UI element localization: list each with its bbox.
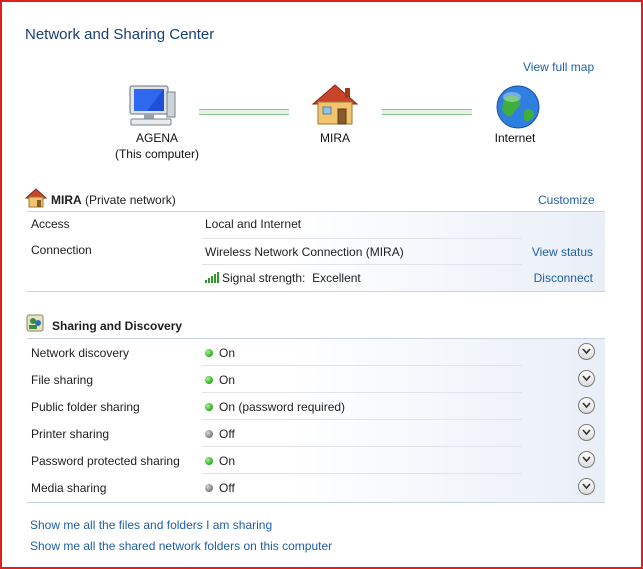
connection-label: Connection (31, 243, 92, 257)
chevron-down-icon[interactable] (578, 343, 595, 360)
status-on-icon (205, 376, 213, 384)
sharing-row-status: On (205, 454, 235, 468)
show-shared-files-link[interactable]: Show me all the files and folders I am s… (30, 518, 272, 532)
computer-icon[interactable] (127, 82, 177, 131)
network-sharing-center-window: Network and Sharing Center View full map… (0, 0, 643, 569)
sharing-row: Network discovery On (27, 339, 605, 366)
signal-value: Excellent (312, 271, 361, 285)
internet-label: Internet (494, 131, 536, 145)
signal-row: Signal strength: Excellent Disconnect (27, 264, 605, 291)
sharing-row-value: Off (219, 481, 235, 495)
computer-subtitle: (This computer) (114, 147, 200, 161)
view-status-link[interactable]: View status (532, 245, 593, 259)
status-on-icon (205, 403, 213, 411)
sharing-icon (26, 314, 44, 335)
sharing-row-label: Password protected sharing (31, 454, 180, 468)
access-row: Access Local and Internet (27, 212, 605, 239)
show-shared-folders-link[interactable]: Show me all the shared network folders o… (30, 539, 332, 553)
sharing-row: Media sharing Off (27, 474, 605, 501)
status-on-icon (205, 349, 213, 357)
sharing-row-value: On (219, 454, 236, 468)
connection-line-computer-network (199, 109, 289, 115)
sharing-row-value: On (219, 373, 236, 387)
sharing-row: Printer sharing Off (27, 420, 605, 447)
chevron-down-icon[interactable] (578, 397, 595, 414)
sharing-row-label: Public folder sharing (31, 400, 140, 414)
sharing-row: Password protected sharing On (27, 447, 605, 474)
access-label: Access (31, 217, 70, 231)
status-off-icon (205, 430, 213, 438)
sharing-row-status: On (password required) (205, 400, 345, 414)
computer-name: AGENA (135, 131, 178, 145)
access-value: Local and Internet (205, 217, 302, 231)
sharing-discovery-title: Sharing and Discovery (52, 319, 183, 333)
network-title: MIRA (Private network) (51, 193, 176, 207)
disconnect-link[interactable]: Disconnect (534, 271, 593, 285)
connection-row: Connection Wireless Network Connection (… (27, 238, 605, 265)
network-title-name: MIRA (51, 193, 82, 207)
sharing-row-value: Off (219, 427, 235, 441)
sharing-row-label: File sharing (31, 373, 94, 387)
sharing-row-status: Off (205, 481, 235, 495)
sharing-row: File sharing On (27, 366, 605, 393)
sharing-row-status: Off (205, 427, 235, 441)
sharing-row-status: On (205, 373, 235, 387)
customize-link[interactable]: Customize (538, 193, 595, 207)
status-on-icon (205, 457, 213, 465)
connection-value: Wireless Network Connection (MIRA) (205, 245, 404, 259)
chevron-down-icon[interactable] (578, 370, 595, 387)
network-details-panel: Access Local and Internet Connection Wir… (27, 211, 605, 292)
chevron-down-icon[interactable] (578, 424, 595, 441)
sharing-row-label: Printer sharing (31, 427, 110, 441)
signal-value-group: Signal strength: Excellent (205, 271, 361, 285)
sharing-row: Public folder sharing On (password requir… (27, 393, 605, 420)
network-name: MIRA (320, 131, 350, 145)
page-title: Network and Sharing Center (25, 26, 215, 43)
chevron-down-icon[interactable] (578, 478, 595, 495)
status-off-icon (205, 484, 213, 492)
signal-label: Signal strength: (222, 271, 306, 285)
signal-strength-icon (205, 272, 219, 283)
sharing-discovery-panel: Network discovery On File sharing On Public … (27, 338, 605, 503)
connection-line-network-internet (382, 109, 472, 115)
sharing-row-label: Network discovery (31, 346, 130, 360)
globe-internet-icon[interactable] (494, 83, 542, 134)
network-type: (Private network) (85, 193, 176, 207)
sharing-row-status: On (205, 346, 235, 360)
house-network-icon[interactable] (310, 82, 360, 131)
house-small-icon (24, 188, 48, 211)
sharing-row-value: On (password required) (219, 400, 346, 414)
view-full-map-link[interactable]: View full map (523, 60, 594, 74)
sharing-row-label: Media sharing (31, 481, 107, 495)
chevron-down-icon[interactable] (578, 451, 595, 468)
sharing-row-value: On (219, 346, 236, 360)
